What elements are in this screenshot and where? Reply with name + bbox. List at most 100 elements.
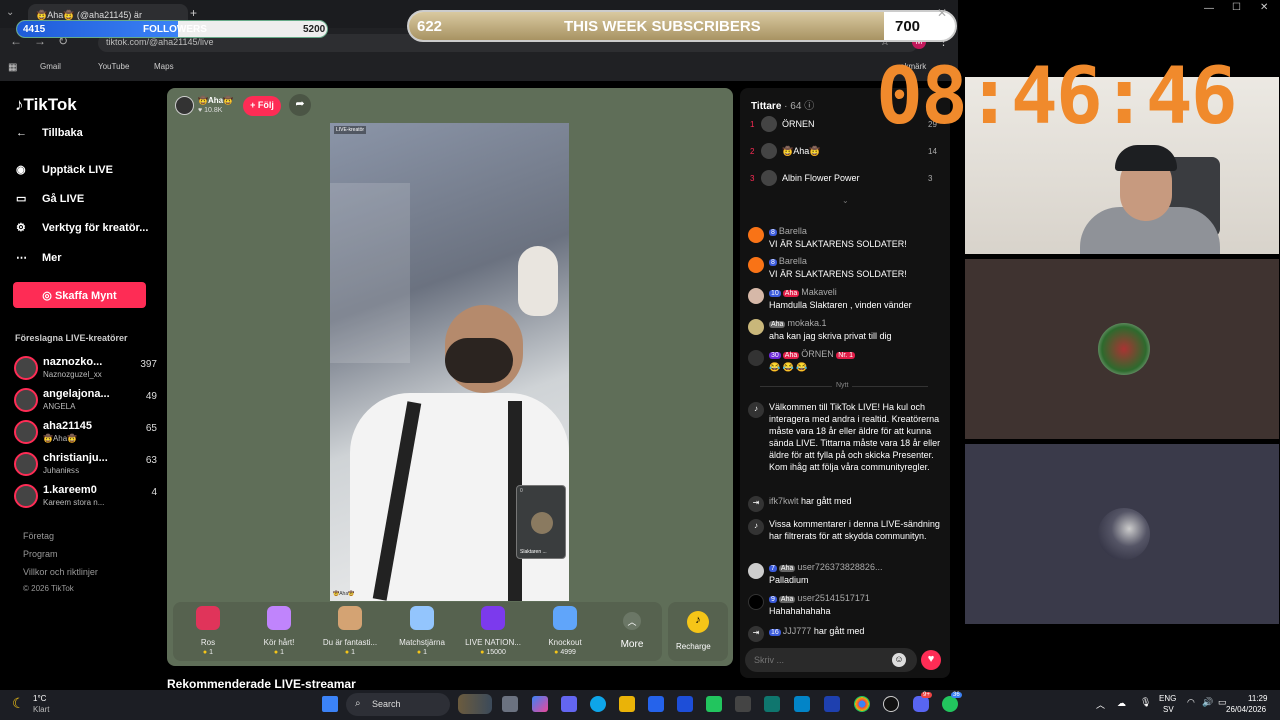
gift-item[interactable]: Du är fantasti... 1	[320, 606, 380, 656]
like-heart-icon[interactable]: ♥	[921, 650, 941, 670]
host-avatar	[175, 96, 194, 115]
maximize-icon[interactable]: ☐	[1232, 2, 1241, 13]
photos-icon[interactable]	[794, 696, 810, 712]
game-app-icon[interactable]	[735, 696, 751, 712]
planet-icon	[481, 606, 505, 630]
gift-item[interactable]: LIVE NATION... 15000	[463, 606, 523, 656]
gift-item[interactable]: Knockout 4999	[535, 606, 595, 656]
gift-item[interactable]: Ros 1	[178, 606, 238, 656]
chrome-icon[interactable]	[854, 696, 870, 712]
top-viewer[interactable]: 3 Albin Flower Power 3	[750, 170, 945, 190]
mail-icon[interactable]	[824, 696, 840, 712]
creator-item[interactable]: christianju... Juhaniʀꜱꜱ 63	[14, 452, 164, 480]
creator-name: naznozko...	[43, 356, 103, 368]
media-app-icon[interactable]	[764, 696, 780, 712]
footer-company[interactable]: Företag	[23, 531, 54, 541]
message-header[interactable]: 8 Barella	[769, 256, 807, 266]
nav-discover-live[interactable]: ◉ Upptäck LIVE	[16, 163, 113, 176]
tiktok-note-icon: ♪	[15, 95, 24, 114]
share-icon[interactable]: ➦	[289, 94, 311, 116]
language-indicator[interactable]: ENG	[1159, 694, 1176, 703]
live-discover-icon: ◉	[16, 164, 26, 176]
bookmark-maps[interactable]: Maps	[154, 62, 174, 71]
guest-avatar-1	[1098, 323, 1150, 375]
message-header[interactable]: 7 Aha user726373828826...	[769, 562, 882, 572]
message-header[interactable]: Aha mokaka.1	[769, 318, 827, 328]
network-icon[interactable]: ☁	[1117, 698, 1126, 709]
message-header[interactable]: 8 Barella	[769, 226, 807, 236]
creator-item[interactable]: angelajona... ANGELA 49	[14, 388, 164, 416]
info-icon[interactable]: ⓘ	[804, 101, 814, 112]
taskbar-search[interactable]: ⌕ Search	[346, 693, 450, 716]
minimize-icon[interactable]: —	[1204, 3, 1214, 14]
message-header[interactable]: 10 Aha Makaveli	[769, 287, 837, 297]
shield-app-icon[interactable]	[706, 696, 722, 712]
mic-icon[interactable]: 🎙	[1140, 697, 1151, 708]
new-tab-icon[interactable]: +	[190, 6, 197, 20]
viewer-avatar	[761, 143, 777, 159]
gift-item[interactable]: Matchstjärna 1	[392, 606, 452, 656]
store-icon[interactable]	[648, 696, 664, 712]
volume-icon[interactable]: 🔊	[1202, 697, 1213, 708]
creator-avatar	[14, 484, 38, 508]
message-header[interactable]: 30 Aha ÖRNEN Nr. 1	[769, 349, 857, 359]
recharge-button[interactable]: ♪ Recharge	[668, 602, 728, 661]
teams-icon[interactable]	[561, 696, 577, 712]
edge-icon[interactable]	[590, 696, 606, 712]
collapse-chevron-icon[interactable]: ⌄	[842, 196, 849, 205]
stream-clock: 08:46:46	[876, 52, 1238, 142]
creator-avatar	[14, 356, 38, 380]
more-gifts-button[interactable]: ︿ More	[612, 612, 652, 650]
clock-time[interactable]: 11:29	[1248, 694, 1267, 703]
creator-name: christianju...	[43, 452, 108, 464]
emoji-icon[interactable]: ☺	[892, 653, 906, 667]
creator-subtitle: Naznozguzel_xx	[43, 370, 102, 379]
apps-grid-icon[interactable]: ▦	[8, 62, 17, 73]
close-window-icon[interactable]: ✕	[937, 6, 947, 20]
taskbar	[0, 690, 1280, 720]
windows-start-icon[interactable]	[322, 696, 338, 712]
tray-chevron-icon[interactable]: ︿	[1096, 698, 1105, 711]
creator-viewers: 4	[151, 487, 157, 498]
bookmark-youtube[interactable]: YouTube	[98, 62, 129, 71]
join-user[interactable]: ifk7kwlt har gått med	[769, 496, 852, 506]
wifi-icon[interactable]: ◠	[1187, 697, 1195, 708]
file-explorer-icon[interactable]	[619, 696, 635, 712]
get-coins-button[interactable]: ◎ Skaffa Mynt	[13, 282, 146, 308]
tab-list-icon[interactable]: ⌄	[6, 7, 14, 18]
back-link[interactable]: ← Tillbaka	[16, 127, 83, 139]
outlook-icon[interactable]	[677, 696, 693, 712]
nav-creator-tools[interactable]: ⚙ Verktyg för kreatör...	[16, 221, 148, 234]
creator-item[interactable]: naznozko... Naznozguzel_xx 397	[14, 356, 164, 384]
creator-subtitle: 🤠Aha🤠	[43, 434, 78, 443]
nav-more[interactable]: ⋯ Mer	[16, 251, 62, 264]
followers-current: 4415	[23, 24, 46, 35]
creator-item[interactable]: aha21145 🤠Aha🤠 65	[14, 420, 164, 448]
tiktok-logo[interactable]: ♪TikTok	[15, 95, 77, 115]
discord-icon[interactable]	[913, 696, 929, 712]
join-user[interactable]: 16 JJJ777 har gått med	[769, 626, 864, 636]
follow-button[interactable]: + Följ	[243, 96, 281, 116]
close-icon[interactable]: ✕	[1260, 2, 1268, 13]
copilot-icon[interactable]	[532, 696, 548, 712]
viewers-header: Tittare · 64 ⓘ	[751, 101, 815, 112]
footer-program[interactable]: Program	[23, 549, 58, 559]
message-header[interactable]: 9 Aha user25141517171	[769, 593, 870, 603]
followers-goal-bar: 4415 FOLLOWERS 5200	[16, 20, 328, 38]
nav-go-live[interactable]: ▭ Gå LIVE	[16, 192, 84, 205]
guest-panel-1	[965, 259, 1279, 439]
gift-item[interactable]: Kör hårt! 1	[249, 606, 309, 656]
obs-icon[interactable]	[883, 696, 899, 712]
top-viewer[interactable]: 2 🤠Aha🤠 14	[750, 143, 945, 163]
host-info[interactable]: 🤠Aha🤠 ♥ 10.8K	[172, 93, 240, 119]
bookmark-gmail[interactable]: Gmail	[40, 62, 61, 71]
creator-item[interactable]: 1.kareem0 Kareem stora n... 4	[14, 484, 164, 512]
whatsapp-icon[interactable]	[942, 696, 958, 712]
widget-thumbnail[interactable]	[458, 694, 492, 714]
pip-guest[interactable]: 0 Slaktaren ...	[516, 485, 566, 559]
footer-terms[interactable]: Villkor och riktlinjer	[23, 567, 98, 577]
clock-date[interactable]: 26/04/2026	[1226, 705, 1266, 714]
task-view-icon[interactable]	[502, 696, 518, 712]
new-divider: Nytt	[832, 382, 853, 389]
moon-weather-icon[interactable]: ☾	[12, 695, 25, 712]
